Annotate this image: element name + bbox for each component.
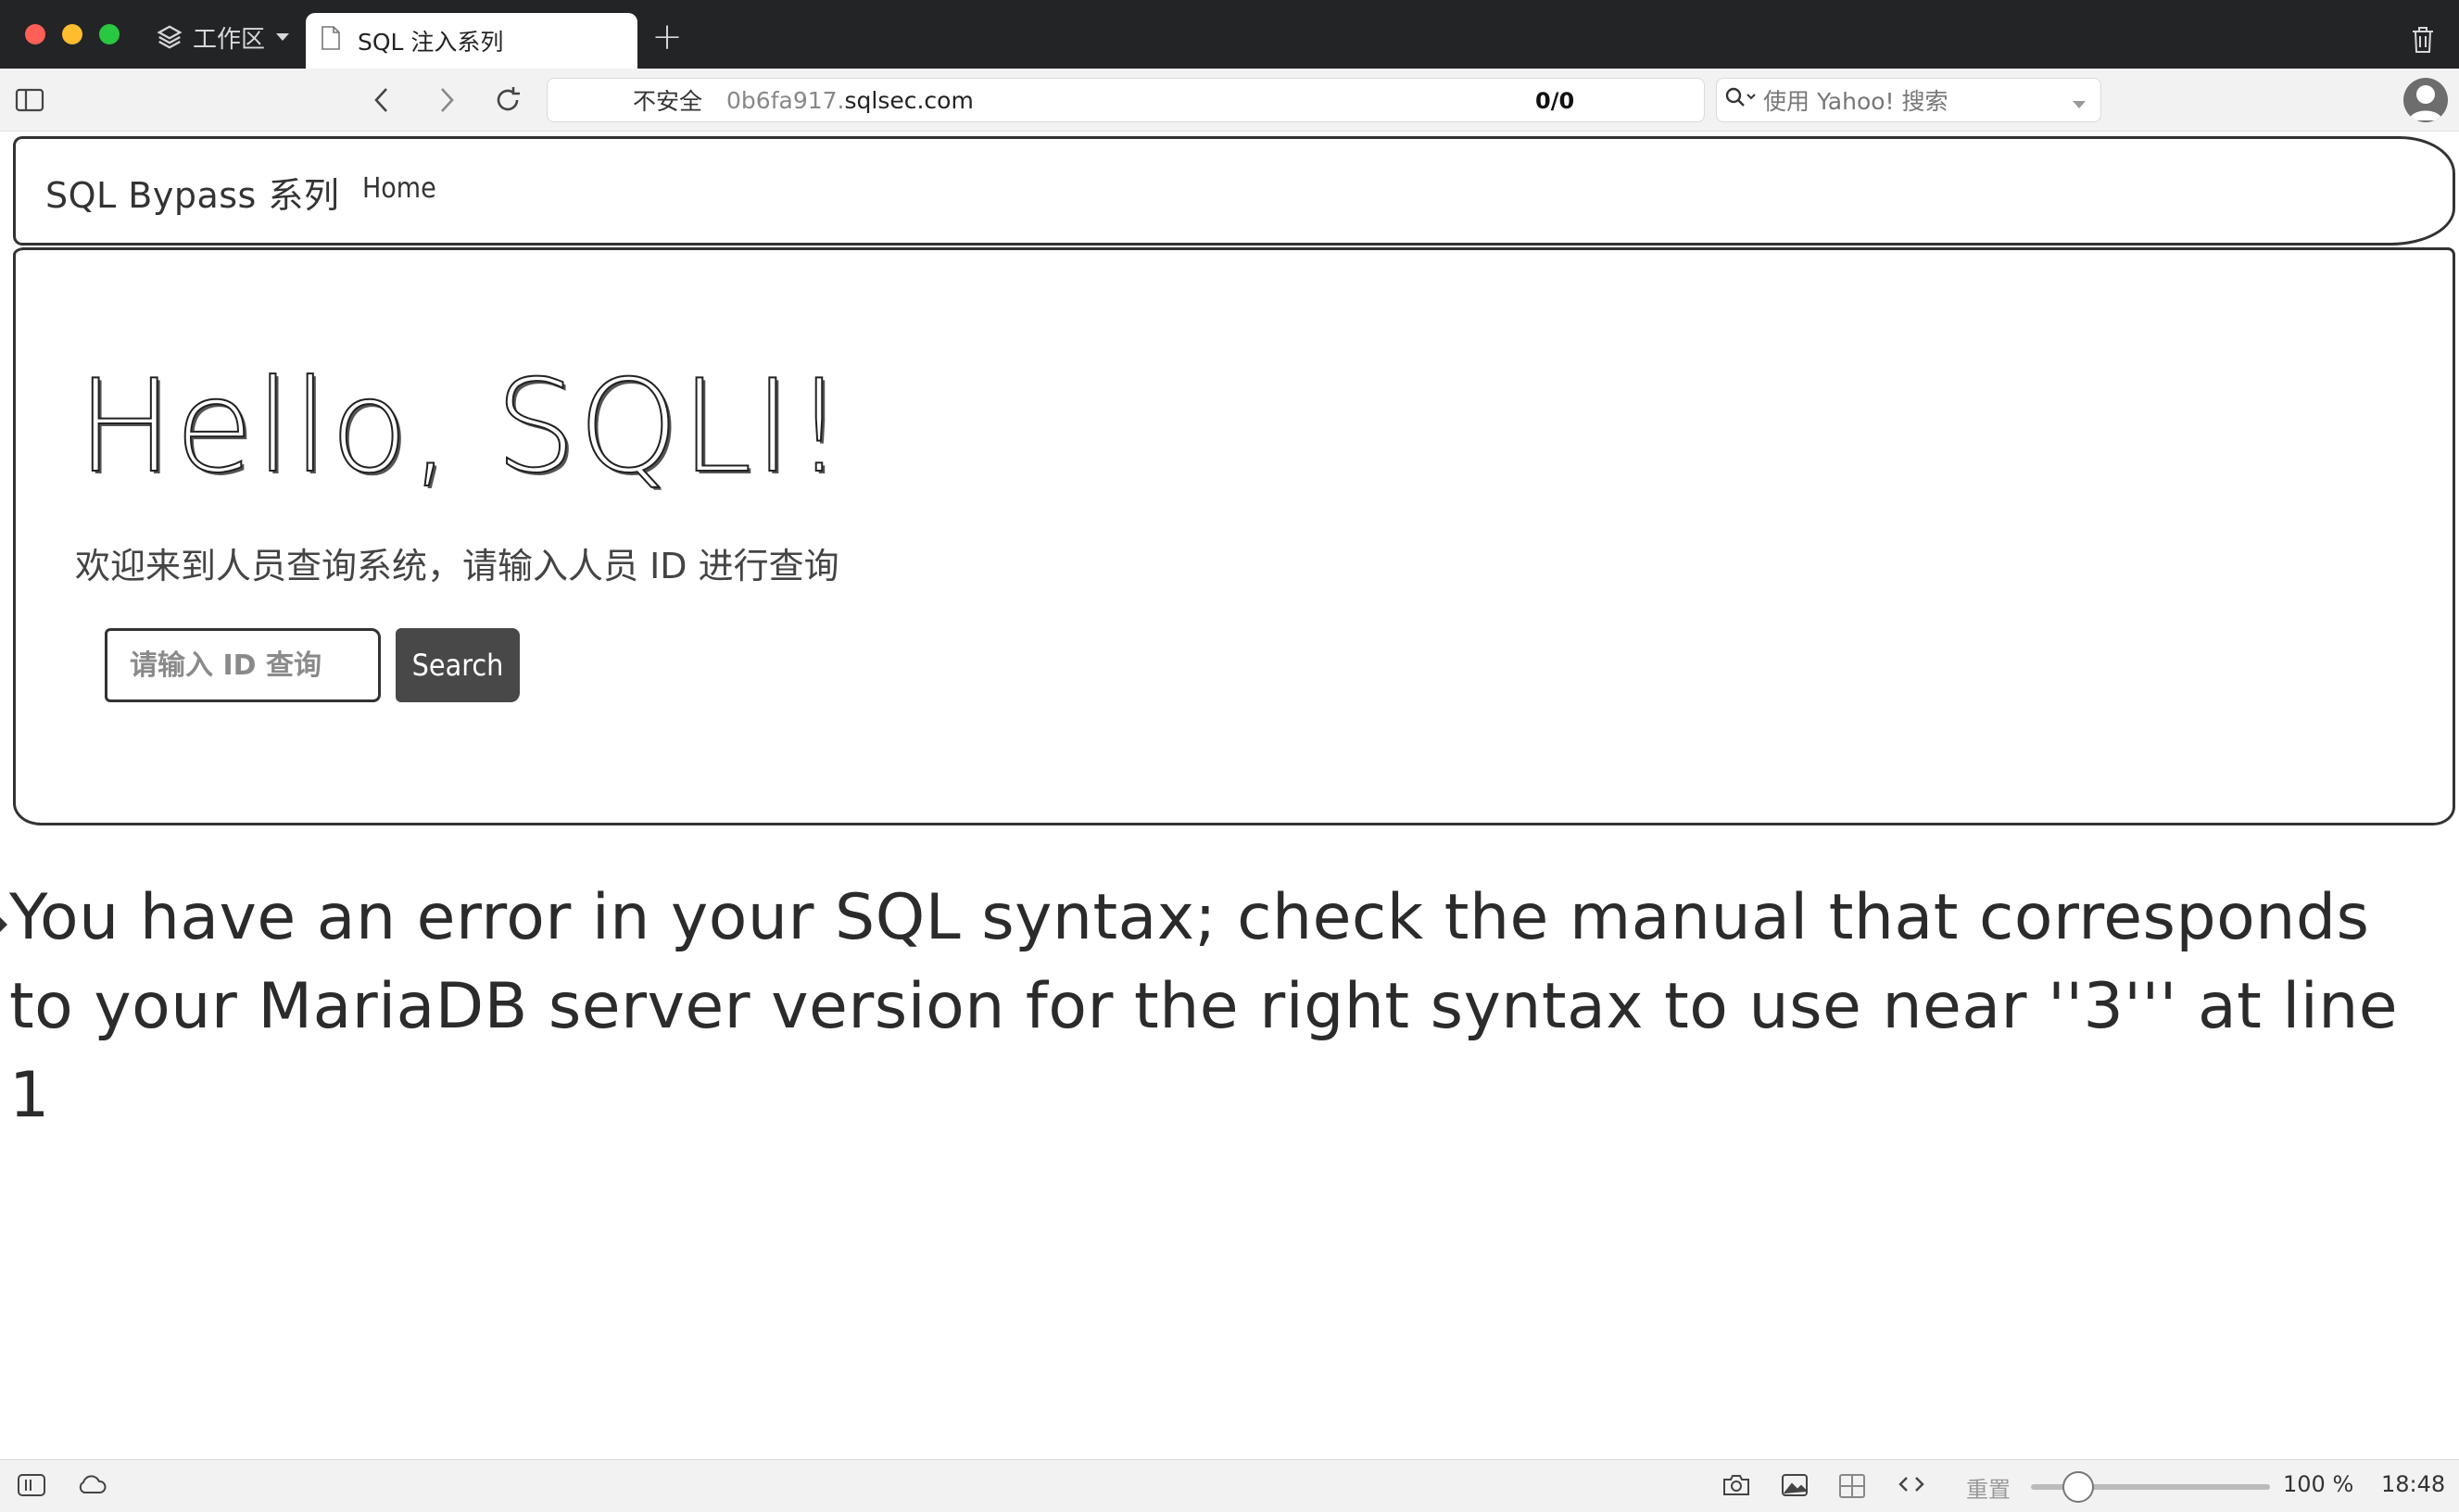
back-arrow-icon[interactable] [365, 83, 398, 117]
search-button[interactable]: Search [396, 628, 520, 702]
match-count: 0/0 [1535, 88, 1575, 114]
window-close-button[interactable] [25, 24, 45, 44]
search-icon [1724, 86, 1756, 114]
hero-subtitle: 欢迎来到人员查询系统，请输入人员 ID 进行查询 [75, 546, 839, 586]
sidebar-toggle-icon[interactable] [13, 83, 46, 117]
layout-grid-icon[interactable] [1838, 1473, 1866, 1505]
page-icon [321, 26, 341, 56]
url-text[interactable]: 0b6fa917.sqlsec.com [726, 87, 974, 114]
chevron-down-icon [274, 32, 291, 43]
image-icon[interactable] [1781, 1473, 1809, 1503]
code-icon[interactable] [1898, 1473, 1925, 1501]
security-label: 不安全 [633, 88, 703, 115]
site-navbar: SQL Bypass 系列 Home [13, 136, 2455, 246]
zoom-slider-handle[interactable] [2062, 1471, 2094, 1503]
tab-title: SQL 注入系列 [358, 29, 504, 56]
chevron-down-icon[interactable] [2071, 90, 2087, 117]
zoom-reset-label[interactable]: 重置 [1966, 1471, 2011, 1504]
window-minimize-button[interactable] [62, 24, 82, 44]
browser-tab-bar: 工作区 SQL 注入系列 + [0, 0, 2459, 69]
web-page: SQL Bypass 系列 Home Hello, SQLI! 欢迎来到人员查询… [0, 132, 2459, 1459]
url-domain: sqlsec.com [844, 86, 974, 114]
hero-title: Hello, SQLI! [76, 351, 847, 502]
trash-icon[interactable] [2411, 26, 2435, 57]
window-maximize-button[interactable] [99, 24, 120, 44]
cloud-icon[interactable] [76, 1473, 107, 1501]
workspace-switcher[interactable]: 工作区 [156, 20, 291, 54]
clock: 18:48 [2381, 1471, 2446, 1497]
browser-toolbar: 不安全 0b6fa917.sqlsec.com 0/0 使用 Yahoo! 搜索 [0, 69, 2459, 132]
layers-icon [156, 23, 183, 51]
search-placeholder: 使用 Yahoo! 搜索 [1763, 88, 1948, 115]
zoom-level: 100 % [2283, 1471, 2354, 1497]
site-brand[interactable]: SQL Bypass 系列 [45, 167, 339, 218]
id-search-input[interactable] [105, 628, 381, 702]
profile-avatar-icon[interactable] [2403, 78, 2448, 122]
browser-tab-active[interactable]: SQL 注入系列 [306, 13, 637, 69]
camera-icon[interactable] [1721, 1473, 1751, 1503]
nav-link-home[interactable]: Home [362, 172, 436, 205]
hero-panel: Hello, SQLI! 欢迎来到人员查询系统，请输入人员 ID 进行查询 Se… [13, 247, 2455, 825]
reload-icon[interactable] [491, 83, 524, 117]
workspace-label: 工作区 [193, 25, 266, 54]
browser-status-bar: 重置 100 % 18:48 [0, 1459, 2459, 1512]
sql-error-message: You have an error in your SQL syntax; ch… [9, 881, 2399, 1132]
url-subdomain: 0b6fa917. [726, 86, 845, 114]
search-bar[interactable]: 使用 Yahoo! 搜索 [1716, 78, 2101, 122]
address-bar[interactable]: 不安全 0b6fa917.sqlsec.com 0/0 [547, 78, 1705, 122]
sidebar-handle-icon[interactable] [0, 917, 7, 932]
new-tab-button[interactable]: + [649, 19, 686, 56]
forward-arrow-icon[interactable] [430, 83, 463, 117]
panel-toggle-icon[interactable] [17, 1473, 46, 1503]
